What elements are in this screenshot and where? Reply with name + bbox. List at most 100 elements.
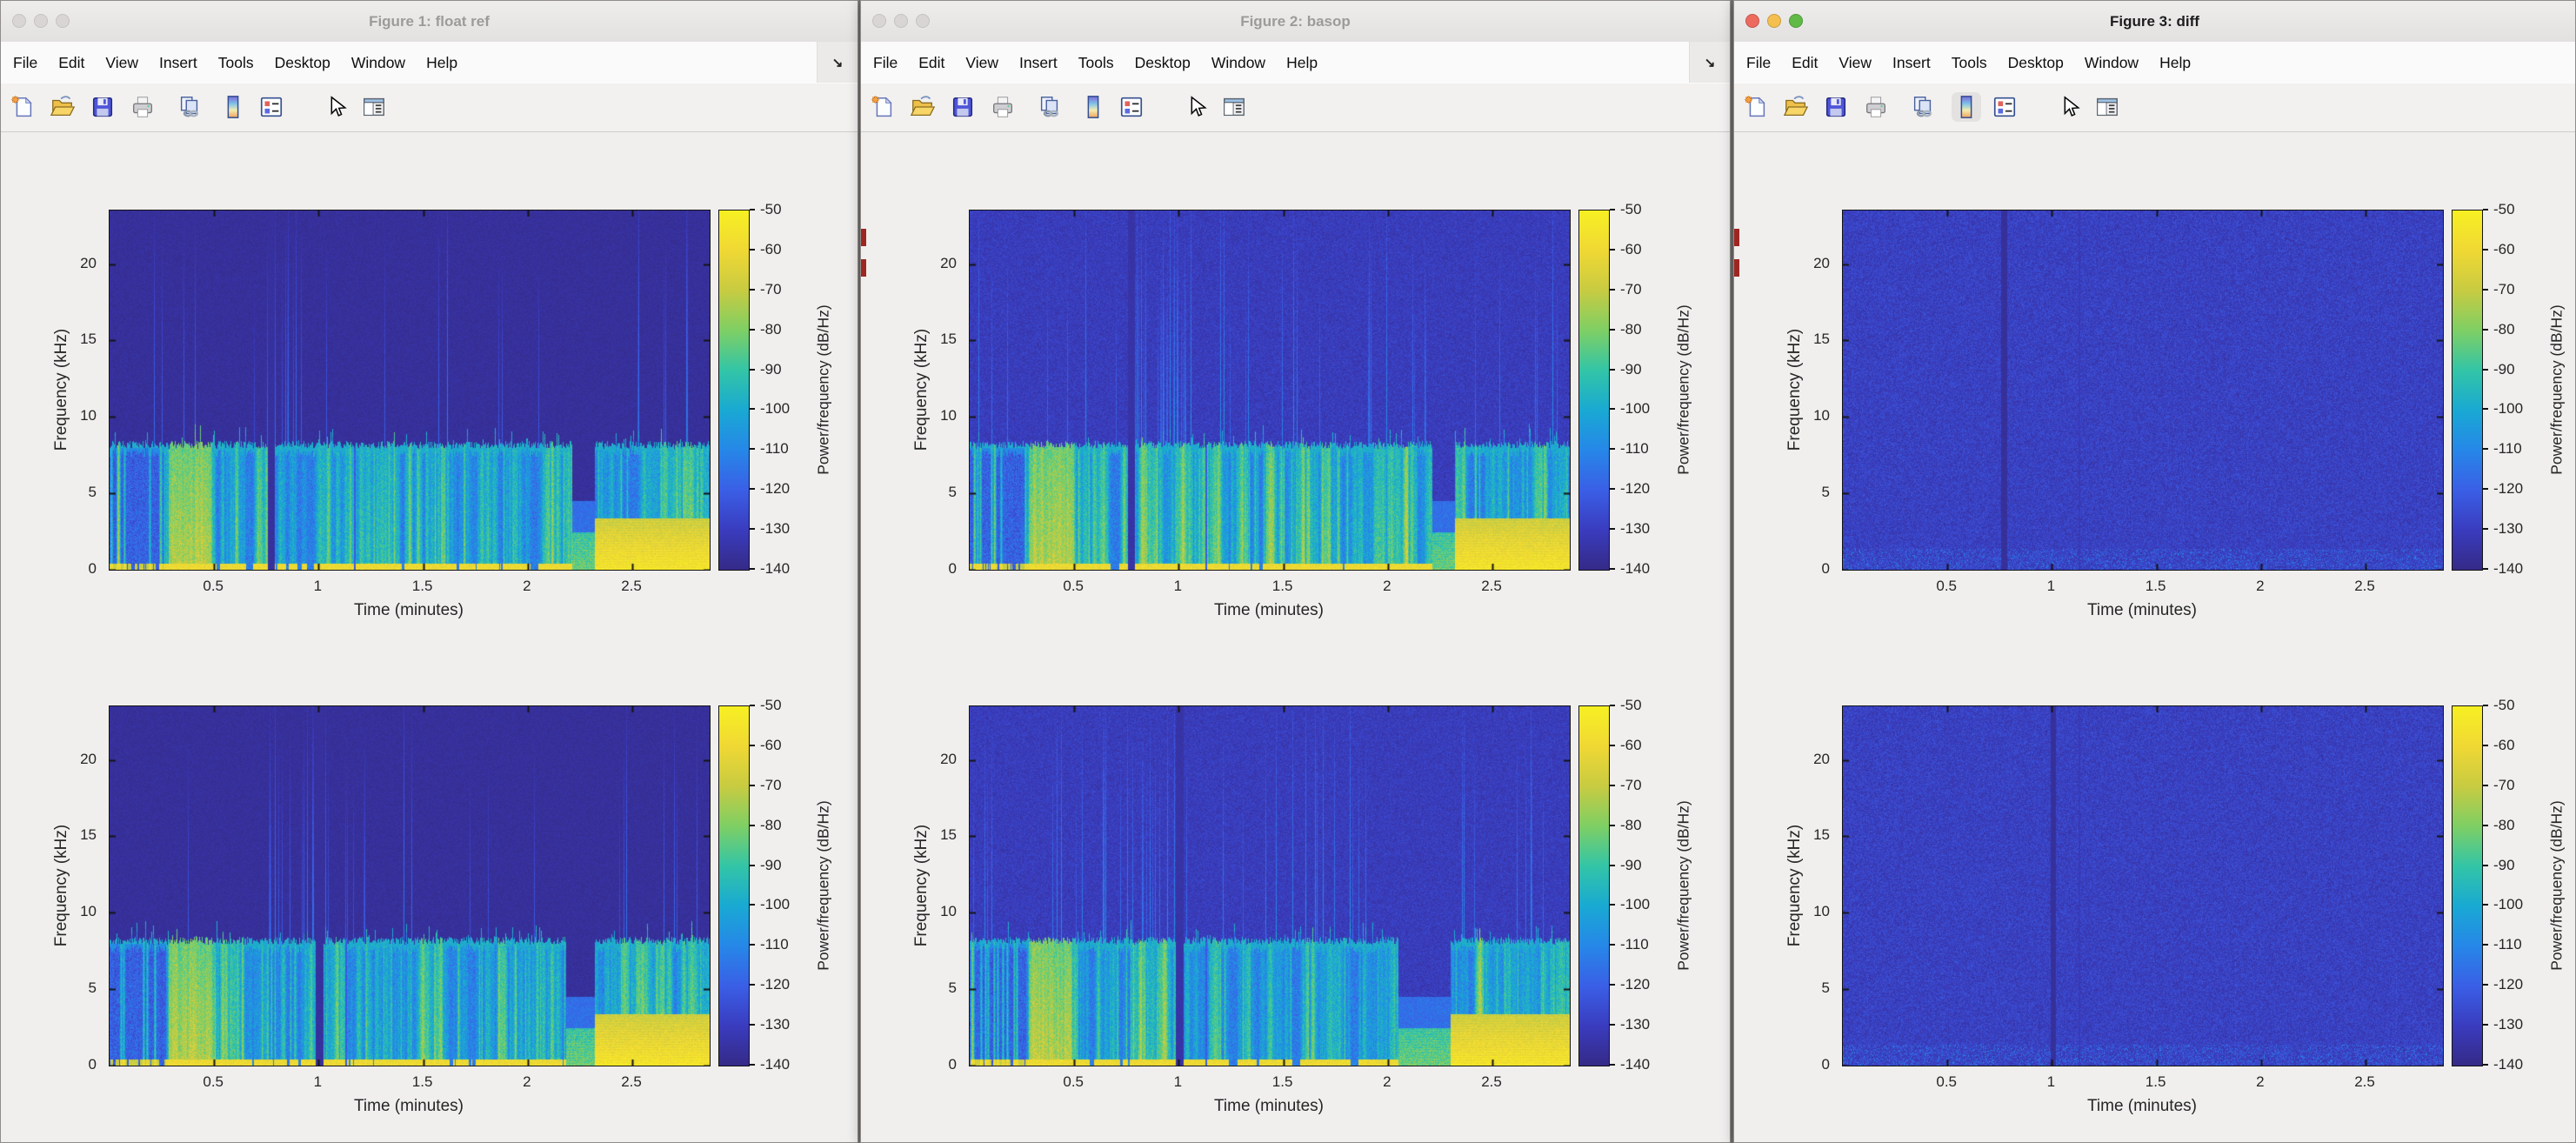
insert-colorbar-button[interactable] — [1078, 92, 1108, 122]
insert-colorbar-button[interactable] — [218, 92, 248, 122]
save-figure-button[interactable] — [1821, 92, 1851, 122]
menu-view[interactable]: View — [1828, 42, 1882, 84]
x-tick-label: 1 — [2047, 578, 2055, 595]
title-bar[interactable]: Figure 3: diff — [1734, 1, 2575, 43]
print-figure-button[interactable] — [128, 92, 157, 122]
colorbar-tick-label: -100 — [1620, 400, 1650, 418]
menu-edit[interactable]: Edit — [908, 42, 955, 84]
property-inspector-button[interactable] — [359, 92, 389, 122]
colorbar-tick-label: -120 — [1620, 480, 1650, 498]
new-figure-button[interactable] — [868, 92, 898, 122]
link-plot-button[interactable] — [1035, 92, 1064, 122]
open-file-icon — [1783, 94, 1809, 120]
menu-desktop[interactable]: Desktop — [1998, 42, 2074, 84]
x-axis-label: Time (minutes) — [1214, 1097, 1324, 1116]
colorbar[interactable] — [2452, 210, 2483, 571]
open-file-button[interactable] — [1781, 92, 1811, 122]
colorbar-tick-label: -70 — [2493, 281, 2515, 298]
colorbar-tick-label: -100 — [760, 896, 790, 913]
colorbar[interactable] — [718, 210, 750, 571]
spectrogram-plot-bottom[interactable] — [109, 705, 711, 1066]
property-inspector-icon — [2094, 94, 2120, 120]
menu-tools[interactable]: Tools — [208, 42, 264, 84]
insert-legend-button[interactable] — [1990, 92, 2019, 122]
link-plot-button[interactable] — [1908, 92, 1938, 122]
menu-help[interactable]: Help — [416, 42, 468, 84]
title-bar[interactable]: Figure 2: basop — [861, 1, 1730, 43]
menu-insert[interactable]: Insert — [1009, 42, 1068, 84]
x-tick-label: 0.5 — [1063, 578, 1084, 595]
property-inspector-button[interactable] — [1219, 92, 1249, 122]
save-figure-button[interactable] — [88, 92, 117, 122]
spectrogram-plot-top[interactable] — [1842, 210, 2444, 571]
dock-figure-arrow-icon[interactable]: ↘ — [1689, 42, 1730, 83]
spectrogram-plot-top[interactable] — [969, 210, 1571, 571]
menu-window[interactable]: Window — [341, 42, 416, 84]
link-plot-button[interactable] — [175, 92, 204, 122]
menu-desktop[interactable]: Desktop — [1124, 42, 1201, 84]
insert-colorbar-button[interactable] — [1952, 92, 1981, 122]
spectrogram-plot-bottom[interactable] — [1842, 705, 2444, 1066]
title-bar[interactable]: Figure 1: float ref — [1, 1, 858, 43]
colorbar[interactable] — [718, 705, 750, 1066]
save-figure-button[interactable] — [948, 92, 978, 122]
menu-edit[interactable]: Edit — [1781, 42, 1828, 84]
print-figure-button[interactable] — [988, 92, 1018, 122]
colorbar-tick — [1610, 1064, 1615, 1066]
menu-file[interactable]: File — [1736, 42, 1781, 84]
insert-legend-button[interactable] — [257, 92, 286, 122]
new-figure-button[interactable] — [1741, 92, 1771, 122]
colorbar[interactable] — [2452, 705, 2483, 1066]
menu-desktop[interactable]: Desktop — [264, 42, 341, 84]
y-tick-label: 5 — [57, 979, 97, 997]
dock-figure-arrow-icon[interactable]: ↘ — [817, 42, 858, 83]
menu-insert[interactable]: Insert — [1882, 42, 1941, 84]
colorbar-tick — [750, 865, 755, 866]
colorbar-tick-label: -120 — [2493, 976, 2523, 993]
menu-help[interactable]: Help — [1276, 42, 1328, 84]
colorbar[interactable] — [1578, 210, 1610, 571]
print-figure-icon — [130, 94, 156, 120]
edit-plot-button[interactable] — [2054, 92, 2084, 122]
new-figure-button[interactable] — [8, 92, 37, 122]
spectrogram-plot-top[interactable] — [109, 210, 711, 571]
menu-edit[interactable]: Edit — [48, 42, 95, 84]
print-figure-button[interactable] — [1861, 92, 1891, 122]
edit-plot-button[interactable] — [321, 92, 350, 122]
x-axis-label: Time (minutes) — [354, 601, 464, 620]
y-tick-label: 20 — [917, 255, 957, 272]
open-file-button[interactable] — [48, 92, 77, 122]
menu-window[interactable]: Window — [1201, 42, 1276, 84]
menu-view[interactable]: View — [955, 42, 1009, 84]
colorbar-axis-label: Power/frequency (dB/Hz) — [2548, 304, 2566, 475]
colorbar-tick — [1610, 785, 1615, 786]
x-tick-label: 0.5 — [203, 578, 224, 595]
open-file-button[interactable] — [908, 92, 938, 122]
colorbar-tick-label: -80 — [2493, 321, 2515, 338]
y-tick-label: 5 — [57, 484, 97, 501]
insert-colorbar-icon — [220, 94, 246, 120]
colorbar-tick-label: -100 — [2493, 896, 2523, 913]
menu-file[interactable]: File — [3, 42, 48, 84]
x-tick-label: 2.5 — [2354, 578, 2375, 595]
colorbar-tick-label: -140 — [1620, 560, 1650, 578]
spectrogram-plot-bottom[interactable] — [969, 705, 1571, 1066]
edit-plot-button[interactable] — [1181, 92, 1211, 122]
menu-insert[interactable]: Insert — [149, 42, 208, 84]
colorbar-tick-label: -140 — [2493, 1056, 2523, 1073]
colorbar-tick — [750, 944, 755, 946]
colorbar-tick-label: -50 — [760, 201, 782, 218]
colorbar[interactable] — [1578, 705, 1610, 1066]
menu-tools[interactable]: Tools — [1941, 42, 1998, 84]
menu-tools[interactable]: Tools — [1068, 42, 1124, 84]
x-tick-label: 2 — [523, 1073, 531, 1091]
property-inspector-button[interactable] — [2092, 92, 2122, 122]
menu-help[interactable]: Help — [2149, 42, 2201, 84]
menu-view[interactable]: View — [95, 42, 149, 84]
menu-file[interactable]: File — [863, 42, 908, 84]
insert-legend-button[interactable] — [1117, 92, 1146, 122]
colorbar-tick — [750, 448, 755, 450]
menu-window[interactable]: Window — [2074, 42, 2149, 84]
new-figure-icon — [10, 94, 36, 120]
y-tick-label: 0 — [917, 560, 957, 578]
